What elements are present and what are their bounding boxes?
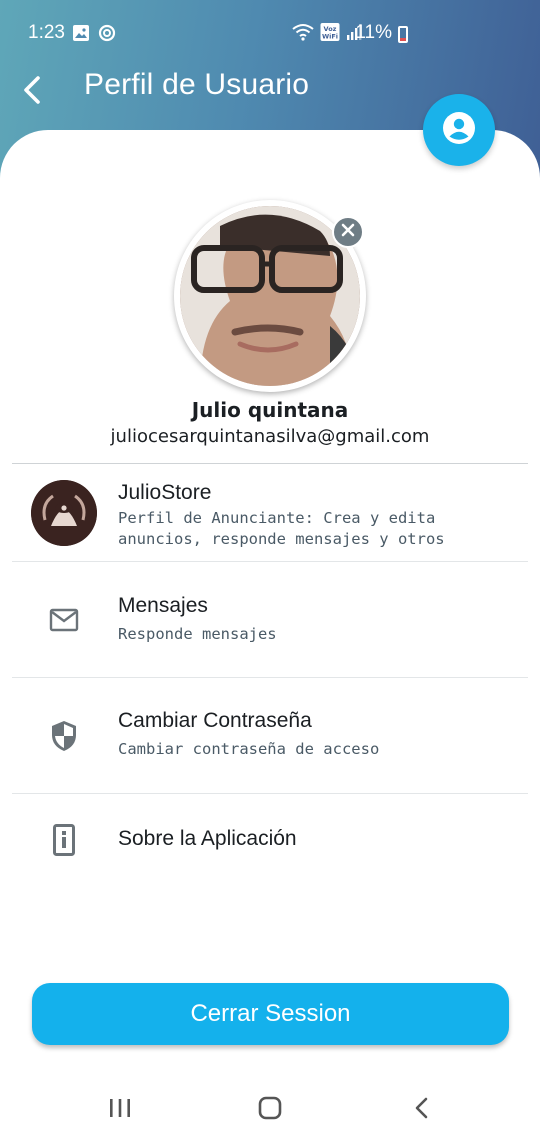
status-time: 1:23 [28, 22, 65, 43]
home-icon [258, 1096, 282, 1125]
shield-icon [46, 718, 82, 754]
page-title: Perfil de Usuario [84, 68, 310, 101]
back-icon [414, 1097, 430, 1124]
nav-back-button[interactable] [402, 1092, 442, 1128]
user-name: Julio quintana [191, 398, 349, 422]
menu-item-store-title: JulioStore [118, 481, 212, 504]
account-circle-icon [441, 110, 477, 151]
remove-photo-button[interactable] [332, 216, 364, 248]
menu-item-about-title: Sobre la Aplicación [118, 827, 297, 850]
close-icon [341, 223, 355, 242]
sync-icon [98, 24, 116, 48]
recent-apps-icon [109, 1098, 131, 1123]
battery-percent: 11% [355, 22, 392, 43]
menu-item-messages-subtitle: Responde mensajes [118, 625, 277, 643]
menu-item-change-password-title: Cambiar Contraseña [118, 709, 312, 732]
menu-item-store-subtitle: Perfil de Anunciante: Crea y edita anunc… [118, 509, 445, 548]
battery-icon [398, 26, 408, 43]
menu-item-change-password-subtitle: Cambiar contraseña de acceso [118, 740, 380, 758]
svg-text:WiFi: WiFi [322, 33, 338, 41]
menu-item-messages-title: Mensajes [118, 594, 208, 617]
recent-apps-button[interactable] [100, 1092, 140, 1128]
store-avatar [31, 480, 97, 546]
mail-icon [46, 602, 82, 638]
status-bar: 1:23 Voz WiFi 11% [0, 0, 540, 66]
account-button[interactable] [423, 94, 495, 166]
volte-icon: Voz WiFi [320, 22, 340, 48]
logout-button[interactable]: Cerrar Session [32, 983, 509, 1045]
wifi-icon [292, 23, 314, 47]
user-email: juliocesarquintanasilva@gmail.com [110, 426, 430, 447]
system-nav-bar [0, 1080, 540, 1140]
gallery-icon [72, 24, 90, 48]
back-arrow-icon [21, 75, 43, 110]
info-icon [46, 822, 82, 858]
home-button[interactable] [250, 1092, 290, 1128]
back-button[interactable] [14, 72, 50, 112]
